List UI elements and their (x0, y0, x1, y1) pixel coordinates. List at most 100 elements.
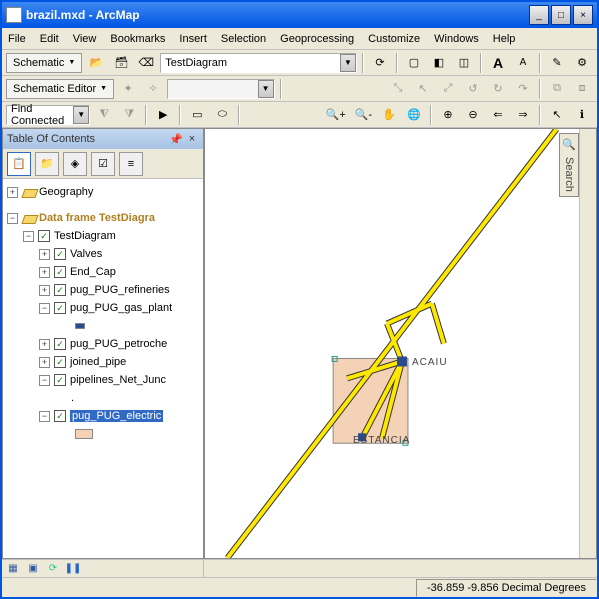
chevron-down-icon[interactable]: ▼ (73, 106, 89, 124)
vertical-scrollbar[interactable] (579, 129, 596, 558)
expander-icon[interactable]: − (39, 303, 50, 314)
export-icon[interactable]: ✎ (546, 52, 568, 74)
pin-icon[interactable]: 📌 (169, 132, 183, 146)
text-large-a-icon[interactable]: A (487, 52, 509, 74)
full-extent-icon[interactable]: 🌐 (403, 104, 425, 126)
open-schematic-icon[interactable]: 📂 (85, 52, 107, 74)
dataframe-icon (22, 212, 36, 224)
horizontal-scrollbar[interactable] (204, 559, 597, 576)
toc-tab-selection[interactable]: ☑ (91, 152, 115, 176)
toc-tab-drawing-order[interactable]: 📋 (7, 152, 31, 176)
move-tool-icon[interactable]: ✧ (142, 78, 164, 100)
identify-icon[interactable]: ℹ (571, 104, 593, 126)
checkbox-checked-icon[interactable]: ✓ (38, 230, 50, 242)
expander-icon[interactable]: + (39, 285, 50, 296)
chevron-down-icon[interactable]: ▼ (340, 54, 356, 72)
pan-icon[interactable]: ✋ (378, 104, 400, 126)
menu-geoprocessing[interactable]: Geoprocessing (280, 33, 354, 45)
menu-help[interactable]: Help (493, 33, 516, 45)
tree-gasplant[interactable]: pug_PUG_gas_plant (70, 302, 172, 314)
layout-view-icon[interactable]: ▣ (26, 562, 40, 576)
menu-selection[interactable]: Selection (221, 33, 266, 45)
prev-extent-icon[interactable]: ⇐ (487, 104, 509, 126)
close-panel-icon[interactable]: × (185, 132, 199, 146)
zoom-out-icon[interactable]: 🔍- (352, 104, 375, 126)
toc-tab-source[interactable]: 📁 (35, 152, 59, 176)
rotate-right-icon: ↻ (487, 78, 509, 100)
menu-file[interactable]: File (8, 33, 26, 45)
checkbox-checked-icon[interactable]: ✓ (54, 284, 66, 296)
zoom-in-icon[interactable]: 🔍+ (323, 104, 349, 126)
checkbox-checked-icon[interactable]: ✓ (54, 338, 66, 350)
layout1-icon[interactable]: ▢ (403, 52, 425, 74)
select-lasso-icon[interactable]: ⬭ (211, 104, 233, 126)
tree-joinedpipe[interactable]: joined_pipe (70, 356, 126, 368)
refresh-icon[interactable]: ⟳ (46, 562, 60, 576)
close-button[interactable]: × (573, 5, 593, 25)
search-icon: 🔍 (562, 138, 576, 151)
tree-geography[interactable]: Geography (39, 186, 93, 198)
toc-panel: Table Of Contents 📌 × 📋 📁 ◈ ☑ ≡ + Geogra… (2, 128, 204, 559)
expander-icon[interactable]: + (7, 187, 18, 198)
tree-petroche[interactable]: pug_PUG_petroche (70, 338, 167, 350)
toc-tree[interactable]: + Geography − Data frame TestDiagra − ✓ … (3, 179, 203, 558)
expander-icon[interactable]: + (39, 339, 50, 350)
expander-icon[interactable]: + (39, 357, 50, 368)
search-side-tab[interactable]: 🔍 Search (559, 133, 579, 197)
layout3-icon[interactable]: ◫ (453, 52, 475, 74)
schematic-editor-menu-button[interactable]: Schematic Editor▼ (6, 79, 114, 99)
schematic-menu-button[interactable]: Schematic▼ (6, 53, 82, 73)
checkbox-checked-icon[interactable]: ✓ (54, 410, 66, 422)
toc-header[interactable]: Table Of Contents 📌 × (3, 129, 203, 149)
menu-customize[interactable]: Customize (368, 33, 420, 45)
checkbox-checked-icon[interactable]: ✓ (54, 248, 66, 260)
editor-combo[interactable]: ▼ (167, 79, 274, 99)
tree-endcap[interactable]: End_Cap (70, 266, 116, 278)
tree-dataframe[interactable]: Data frame TestDiagra (39, 212, 155, 224)
edit-tool-icon[interactable]: ✦ (117, 78, 139, 100)
menu-bookmarks[interactable]: Bookmarks (110, 33, 165, 45)
tree-electric-selected[interactable]: pug_PUG_electric (70, 410, 163, 422)
menu-edit[interactable]: Edit (40, 33, 59, 45)
zoom-fixed-out-icon[interactable]: ⊖ (462, 104, 484, 126)
checkbox-checked-icon[interactable]: ✓ (54, 356, 66, 368)
map-canvas[interactable]: ACAIU ESTANCIA 🔍 Search (205, 129, 579, 558)
pointer-icon[interactable]: ↖ (546, 104, 568, 126)
tree-testdiagram[interactable]: TestDiagram (54, 230, 116, 242)
titlebar[interactable]: brazil.mxd - ArcMap _ □ × (2, 2, 597, 28)
menu-windows[interactable]: Windows (434, 33, 479, 45)
layout2-icon[interactable]: ◧ (428, 52, 450, 74)
data-view-icon[interactable]: ▦ (6, 562, 20, 576)
chevron-down-icon[interactable]: ▼ (258, 80, 274, 98)
next-extent-icon[interactable]: ⇒ (512, 104, 534, 126)
expander-icon[interactable]: − (39, 375, 50, 386)
menu-view[interactable]: View (73, 33, 97, 45)
expander-icon[interactable]: + (39, 249, 50, 260)
expander-icon[interactable]: − (23, 231, 34, 242)
minimize-button[interactable]: _ (529, 5, 549, 25)
tool-icon[interactable]: ⚙ (571, 52, 593, 74)
sync-icon[interactable]: ⟳ (369, 52, 391, 74)
menu-insert[interactable]: Insert (179, 33, 207, 45)
maximize-button[interactable]: □ (551, 5, 571, 25)
checkbox-checked-icon[interactable]: ✓ (54, 374, 66, 386)
tree-valves[interactable]: Valves (70, 248, 102, 260)
find-combo[interactable]: Find Connected ▼ (6, 105, 90, 125)
play-icon[interactable]: ▶ (152, 104, 174, 126)
expander-icon[interactable]: − (7, 213, 18, 224)
zoom-fixed-in-icon[interactable]: ⊕ (437, 104, 459, 126)
save-schematic-icon[interactable]: 🗃 (110, 52, 132, 74)
select-rect-icon[interactable]: ▭ (186, 104, 208, 126)
toc-tab-options[interactable]: ≡ (119, 152, 143, 176)
toc-tab-visibility[interactable]: ◈ (63, 152, 87, 176)
checkbox-checked-icon[interactable]: ✓ (54, 266, 66, 278)
clear-icon[interactable]: ⌫ (135, 52, 157, 74)
text-small-a-icon[interactable]: A (512, 52, 534, 74)
tree-pipelines[interactable]: pipelines_Net_Junc (70, 374, 166, 386)
checkbox-checked-icon[interactable]: ✓ (54, 302, 66, 314)
tree-refineries[interactable]: pug_PUG_refineries (70, 284, 170, 296)
expander-icon[interactable]: − (39, 411, 50, 422)
pause-icon[interactable]: ❚❚ (66, 562, 80, 576)
layer-combo[interactable]: TestDiagram ▼ (160, 53, 357, 73)
expander-icon[interactable]: + (39, 267, 50, 278)
